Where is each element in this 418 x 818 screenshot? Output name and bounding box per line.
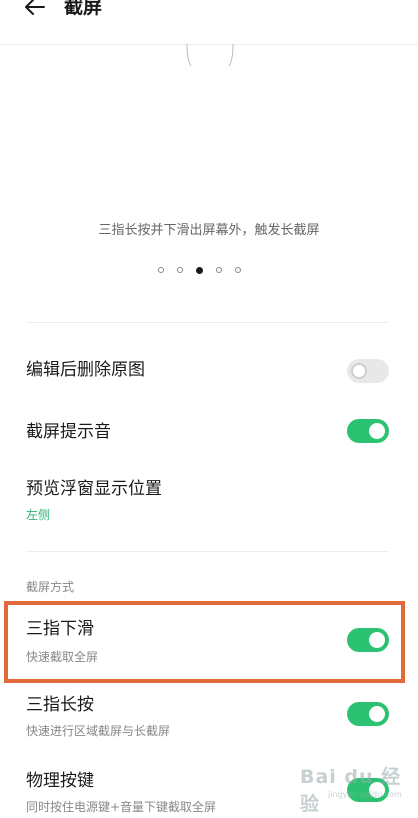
section-label: 截屏方式: [26, 580, 75, 594]
preview-caption: 三指长按并下滑出屏幕外，触发长截屏: [98, 223, 320, 238]
baidu-watermark: Bai du 经验 jingyan.baidu.com: [300, 762, 410, 815]
page-title: 截屏: [64, 0, 103, 18]
phone-illustration: [186, 43, 234, 67]
method-subtitle: 同时按住电源键+音量下键截取全屏: [26, 800, 217, 814]
delete-original-toggle[interactable]: [347, 359, 389, 383]
setting-title: 预览浮窗显示位置: [26, 479, 162, 499]
method-subtitle: 快速进行区域截屏与长截屏: [26, 724, 171, 738]
page-dot[interactable]: [158, 267, 164, 273]
three-finger-press-toggle[interactable]: [347, 702, 389, 726]
watermark-url: jingyan.baidu.com: [328, 790, 402, 799]
section-divider: [26, 551, 388, 552]
setting-title: 截屏提示音: [26, 422, 111, 442]
highlight-box: [4, 601, 405, 683]
setting-sound[interactable]: 截屏提示音: [0, 414, 418, 454]
page-indicator: [158, 264, 258, 276]
back-arrow-icon[interactable]: [22, 0, 48, 20]
section-divider: [26, 322, 388, 323]
sound-toggle[interactable]: [347, 419, 389, 443]
page-dot[interactable]: [177, 267, 183, 273]
method-title: 物理按键: [26, 771, 94, 791]
method-three-finger-press[interactable]: 三指长按 快速进行区域截屏与长截屏: [0, 686, 418, 750]
page-dot[interactable]: [216, 267, 222, 273]
setting-delete-original[interactable]: 编辑后删除原图: [0, 352, 418, 392]
setting-value: 左侧: [26, 508, 51, 522]
top-bar: 截屏: [0, 0, 418, 40]
method-title: 三指长按: [26, 695, 94, 715]
watermark-text: Bai du 经验: [300, 766, 402, 815]
toggle-knob: [351, 363, 367, 379]
toggle-knob: [369, 423, 385, 439]
toggle-knob: [369, 706, 385, 722]
page-dot[interactable]: [235, 267, 241, 273]
page-dot-active[interactable]: [196, 266, 203, 274]
setting-title: 编辑后删除原图: [26, 360, 145, 380]
setting-preview-position[interactable]: 预览浮窗显示位置 左侧: [0, 470, 418, 530]
